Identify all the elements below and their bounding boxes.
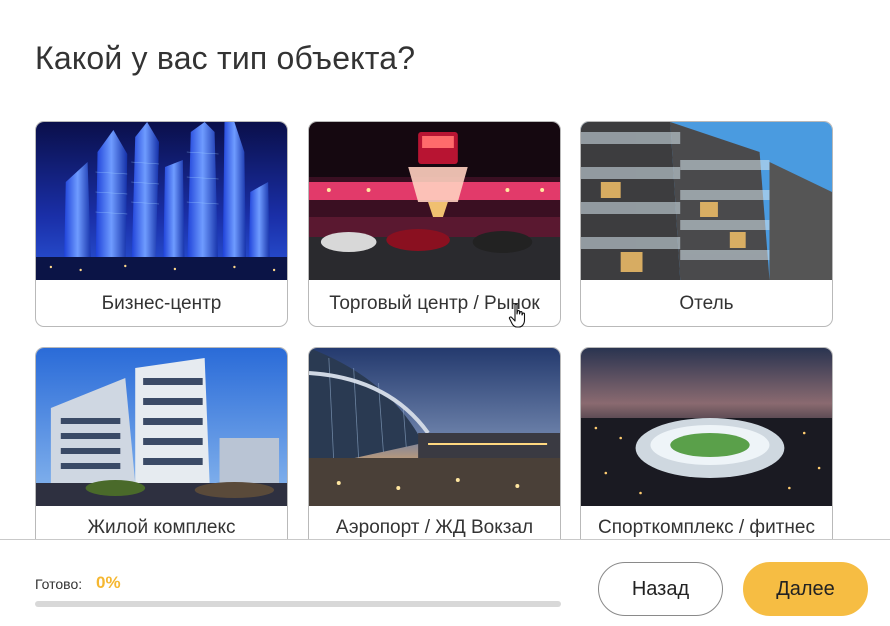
residential-complex-photo [36,348,287,506]
option-label: Аэропорт / ЖД Вокзал [335,517,534,538]
stadium-photo [581,348,832,506]
progress-label: Готово: [35,576,83,592]
back-button[interactable]: Назад [598,562,723,616]
hotel-photo [581,122,832,280]
progress-value: 0% [96,573,121,592]
shopping-center-photo [309,122,560,280]
option-label: Торговый центр / Рынок [329,293,540,314]
option-business-center[interactable]: Бизнес-центр [35,121,288,327]
option-shopping-center[interactable]: Торговый центр / Рынок [308,121,561,327]
option-label: Жилой комплекс [87,517,236,538]
option-airport[interactable]: Аэропорт / ЖД Вокзал [308,347,561,540]
option-label: Спорткомплекс / фитнес [598,517,815,538]
option-label: Бизнес-центр [101,293,222,314]
footer-bar: Готово: 0% Назад Далее [0,539,890,626]
business-center-photo [36,122,287,280]
page-title: Какой у вас тип объекта? [35,40,416,76]
next-button[interactable]: Далее [743,562,868,616]
option-hotel[interactable]: Отель [580,121,833,327]
option-label: Отель [679,293,734,314]
option-residential-complex[interactable]: Жилой комплекс [35,347,288,540]
object-type-options: Бизнес-центр Торговый центр / Рынок Отел… [35,121,835,540]
option-stadium[interactable]: Спорткомплекс / фитнес [580,347,833,540]
progress-bar [35,601,561,607]
airport-photo [309,348,560,506]
